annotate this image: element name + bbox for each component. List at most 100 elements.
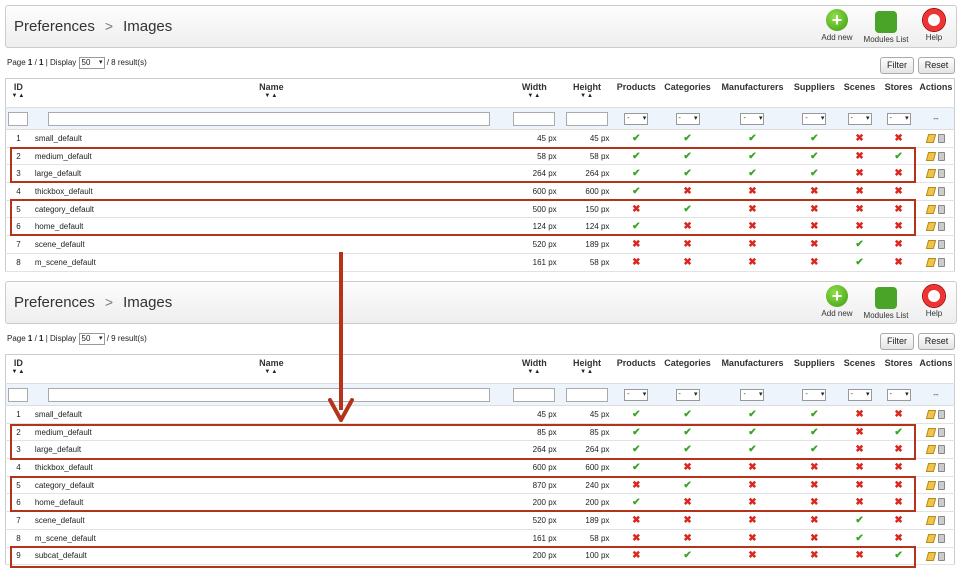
check-icon[interactable]: ✔ (683, 480, 691, 491)
suppliers-cell[interactable]: ✖ (788, 529, 840, 548)
categories-cell[interactable]: ✖ (659, 235, 716, 254)
table-row[interactable]: 5 category_default 870 px 240 px ✖ ✔ ✖ ✖ ✖ ✖ (5, 476, 955, 495)
filter-width-input[interactable] (513, 387, 556, 402)
display-select[interactable]: 50 (78, 57, 105, 69)
products-cell[interactable]: ✔ (613, 129, 660, 148)
cross-icon[interactable]: ✖ (855, 462, 863, 473)
categories-cell[interactable]: ✖ (659, 511, 716, 530)
check-icon[interactable]: ✔ (683, 444, 691, 455)
column-header-id[interactable]: ID ▼▲ (5, 78, 31, 108)
table-row[interactable]: 6 home_default 124 px 124 px ✔ ✖ ✖ ✖ ✖ ✖ (5, 217, 955, 237)
sort-arrows-icon[interactable]: ▼▲ (561, 368, 614, 377)
suppliers-cell[interactable]: ✖ (788, 182, 840, 201)
sort-arrows-icon[interactable]: ▼▲ (508, 368, 561, 377)
edit-icon[interactable] (925, 410, 937, 420)
cross-icon[interactable]: ✖ (632, 257, 640, 268)
check-icon[interactable]: ✔ (683, 427, 691, 438)
column-header-height[interactable]: Height ▼▲ (560, 354, 614, 384)
sort-arrows-icon[interactable]: ▼▲ (35, 368, 508, 377)
cross-icon[interactable]: ✖ (748, 533, 756, 544)
edit-icon[interactable] (925, 204, 937, 214)
check-icon[interactable]: ✔ (810, 133, 818, 144)
column-header-width[interactable]: Width ▼▲ (507, 354, 561, 384)
cross-icon[interactable]: ✖ (855, 204, 863, 215)
stores-cell[interactable]: ✖ (879, 164, 918, 184)
table-row[interactable]: 3 large_default 264 px 264 px ✔ ✔ ✔ ✔ ✖ ✖ (5, 440, 955, 460)
breadcrumb-section[interactable]: Preferences (14, 294, 95, 311)
cross-icon[interactable]: ✖ (855, 497, 863, 508)
categories-cell[interactable]: ✖ (659, 217, 716, 237)
cross-icon[interactable]: ✖ (894, 480, 902, 491)
display-select[interactable]: 50 (78, 333, 105, 345)
manufacturers-cell[interactable]: ✖ (715, 217, 789, 237)
categories-cell[interactable]: ✔ (659, 547, 716, 566)
trash-icon[interactable] (937, 134, 945, 144)
trash-icon[interactable] (937, 410, 945, 420)
cross-icon[interactable]: ✖ (855, 409, 863, 420)
cross-icon[interactable]: ✖ (810, 497, 818, 508)
sort-arrows-icon[interactable]: ▼▲ (6, 368, 31, 377)
suppliers-cell[interactable]: ✔ (788, 440, 840, 460)
products-cell[interactable]: ✔ (613, 423, 660, 442)
trash-icon[interactable] (937, 533, 945, 543)
manufacturers-cell[interactable]: ✖ (715, 493, 789, 513)
trash-icon[interactable] (937, 222, 945, 232)
products-cell[interactable]: ✔ (613, 147, 660, 166)
trash-icon[interactable] (937, 516, 945, 526)
trash-icon[interactable] (937, 463, 945, 473)
scenes-cell[interactable]: ✖ (839, 182, 880, 201)
trash-icon[interactable] (937, 204, 945, 214)
categories-cell[interactable]: ✖ (659, 182, 716, 201)
column-header-height[interactable]: Height ▼▲ (560, 78, 614, 108)
stores-cell[interactable]: ✖ (879, 405, 918, 424)
check-icon[interactable]: ✔ (810, 409, 818, 420)
scenes-cell[interactable]: ✖ (839, 423, 880, 442)
filter-button[interactable]: Filter (880, 333, 914, 350)
stores-cell[interactable]: ✖ (879, 253, 918, 272)
scenes-cell[interactable]: ✖ (839, 405, 880, 424)
cross-icon[interactable]: ✖ (632, 533, 640, 544)
filter-stores-select[interactable]: - (886, 112, 911, 125)
edit-icon[interactable] (925, 240, 937, 250)
stores-cell[interactable]: ✖ (879, 129, 918, 148)
cross-icon[interactable]: ✖ (810, 204, 818, 215)
cross-icon[interactable]: ✖ (894, 186, 902, 197)
sort-arrows-icon[interactable]: ▼▲ (6, 92, 31, 101)
table-row[interactable]: 4 thickbox_default 600 px 600 px ✔ ✖ ✖ ✖ ✖ ✖ (5, 458, 955, 477)
stores-cell[interactable]: ✖ (879, 529, 918, 548)
stores-cell[interactable]: ✖ (879, 476, 918, 495)
scenes-cell[interactable]: ✖ (839, 476, 880, 495)
cross-icon[interactable]: ✖ (748, 239, 756, 250)
edit-icon[interactable] (925, 134, 937, 144)
manufacturers-cell[interactable]: ✔ (715, 164, 789, 184)
filter-name-input[interactable] (48, 111, 491, 126)
manufacturers-cell[interactable]: ✖ (715, 182, 789, 201)
cross-icon[interactable]: ✖ (855, 480, 863, 491)
column-header-name[interactable]: Name ▼▲ (30, 354, 508, 384)
check-icon[interactable]: ✔ (632, 497, 640, 508)
suppliers-cell[interactable]: ✖ (788, 217, 840, 237)
cross-icon[interactable]: ✖ (683, 257, 691, 268)
check-icon[interactable]: ✔ (632, 221, 640, 232)
suppliers-cell[interactable]: ✖ (788, 476, 840, 495)
cross-icon[interactable]: ✖ (810, 515, 818, 526)
cross-icon[interactable]: ✖ (810, 186, 818, 197)
table-row[interactable]: 2 medium_default 85 px 85 px ✔ ✔ ✔ ✔ ✖ ✔ (5, 423, 955, 442)
sort-arrows-icon[interactable]: ▼▲ (508, 92, 561, 101)
products-cell[interactable]: ✔ (613, 217, 660, 237)
products-cell[interactable]: ✔ (613, 182, 660, 201)
scenes-cell[interactable]: ✖ (839, 493, 880, 513)
cross-icon[interactable]: ✖ (894, 221, 902, 232)
filter-button[interactable]: Filter (880, 57, 914, 74)
check-icon[interactable]: ✔ (632, 444, 640, 455)
check-icon[interactable]: ✔ (632, 133, 640, 144)
cross-icon[interactable]: ✖ (748, 550, 756, 561)
manufacturers-cell[interactable]: ✖ (715, 476, 789, 495)
table-row[interactable]: 6 home_default 200 px 200 px ✔ ✖ ✖ ✖ ✖ ✖ (5, 493, 955, 513)
categories-cell[interactable]: ✖ (659, 253, 716, 272)
cross-icon[interactable]: ✖ (748, 480, 756, 491)
manufacturers-cell[interactable]: ✖ (715, 200, 789, 219)
cross-icon[interactable]: ✖ (855, 133, 863, 144)
manufacturers-cell[interactable]: ✖ (715, 253, 789, 272)
edit-icon[interactable] (925, 463, 937, 473)
